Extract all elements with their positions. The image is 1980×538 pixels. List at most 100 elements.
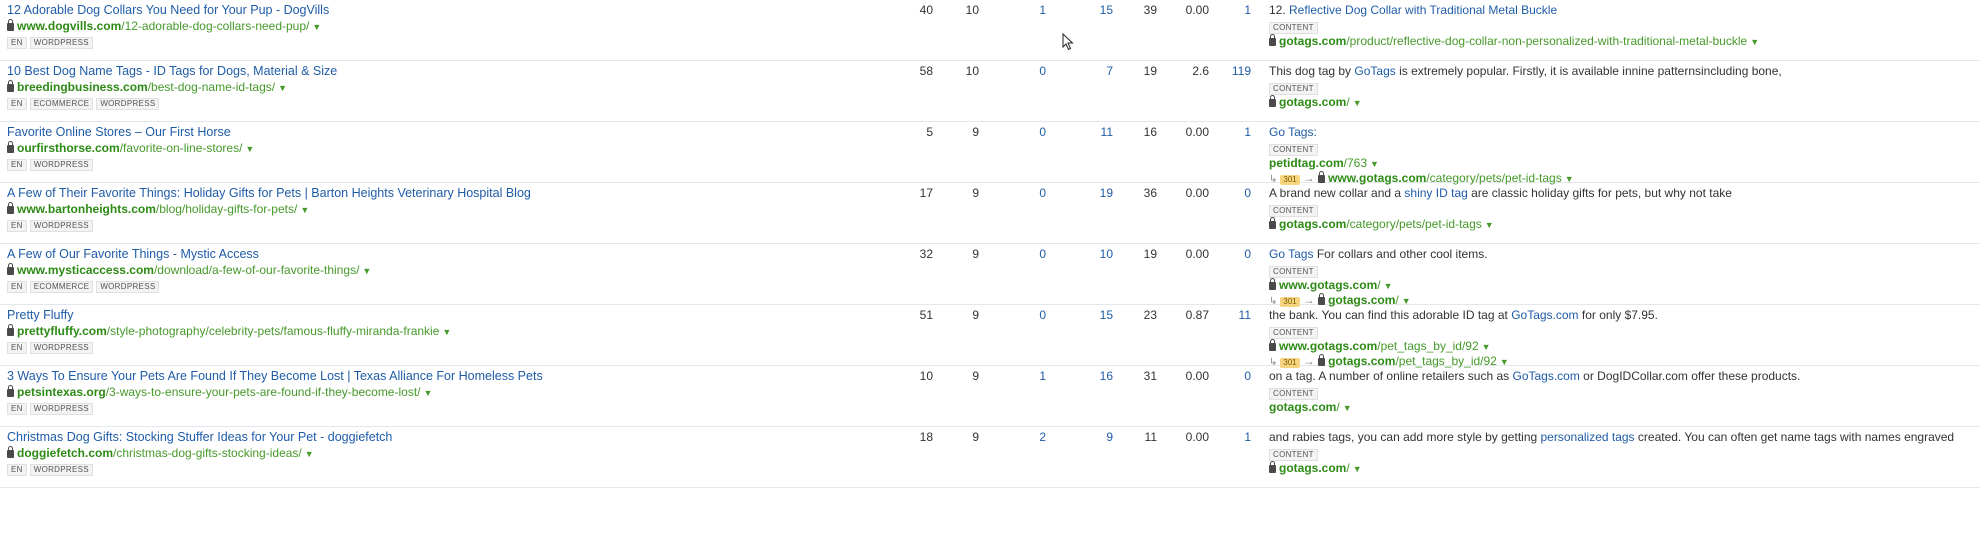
anchor-text: Go Tags For collars and other cool items… xyxy=(1269,247,1488,261)
metric-value: 0.00 xyxy=(1185,247,1209,261)
caret-down-icon[interactable]: ▼ xyxy=(1370,159,1379,169)
target-url[interactable]: gotags.com/▼ xyxy=(1269,461,1362,475)
metric-value: 18 xyxy=(919,430,933,444)
target-url[interactable]: www.gotags.com/▼ xyxy=(1269,278,1393,292)
metric-value[interactable]: 0 xyxy=(1006,247,1046,261)
metric-value[interactable]: 0 xyxy=(1211,247,1251,261)
caret-down-icon[interactable]: ▼ xyxy=(300,205,309,215)
anchor-link[interactable]: Go Tags xyxy=(1269,247,1313,261)
target-url[interactable]: gotags.com/▼ xyxy=(1269,400,1352,414)
platform-tag: WORDPRESS xyxy=(96,281,160,293)
link-type-badge: CONTENT xyxy=(1269,202,1321,217)
metric-value[interactable]: 9 xyxy=(1073,430,1113,444)
metric-value[interactable]: 1 xyxy=(1211,3,1251,17)
platform-tag: EN xyxy=(7,281,27,293)
referring-page-url[interactable]: petsintexas.org/3-ways-to-ensure-your-pe… xyxy=(7,385,432,399)
caret-down-icon[interactable]: ▼ xyxy=(362,266,371,276)
anchor-link[interactable]: personalized tags xyxy=(1541,430,1635,444)
caret-down-icon[interactable]: ▼ xyxy=(1482,342,1491,352)
metric-value[interactable]: 1 xyxy=(1006,369,1046,383)
metric-value[interactable]: 15 xyxy=(1073,3,1113,17)
metric-value[interactable]: 0 xyxy=(1006,125,1046,139)
lock-icon xyxy=(1269,34,1276,46)
metric-value[interactable]: 19 xyxy=(1073,186,1113,200)
target-url[interactable]: gotags.com/category/pets/pet-id-tags ▼ xyxy=(1269,217,1494,231)
caret-down-icon[interactable]: ▼ xyxy=(424,388,433,398)
target-path: /product/reflective-dog-collar-non-perso… xyxy=(1346,34,1748,48)
metric-value[interactable]: 10 xyxy=(1073,247,1113,261)
anchor-link[interactable]: GoTags.com xyxy=(1511,308,1578,322)
anchor-text-before: 12. xyxy=(1269,3,1290,17)
anchor-link[interactable]: Reflective Dog Collar with Traditional M… xyxy=(1289,3,1557,17)
referring-page-url[interactable]: www.bartonheights.com/blog/holiday-gifts… xyxy=(7,202,309,216)
metric-value[interactable]: 15 xyxy=(1073,308,1113,322)
target-url[interactable]: gotags.com/▼ xyxy=(1269,95,1362,109)
caret-down-icon[interactable]: ▼ xyxy=(245,144,254,154)
metric-value[interactable]: 1 xyxy=(1006,3,1046,17)
referring-page-title[interactable]: Pretty Fluffy xyxy=(7,308,73,322)
target-url[interactable]: www.gotags.com/pet_tags_by_id/92 ▼ xyxy=(1269,339,1491,353)
referring-page-url[interactable]: ourfirsthorse.com/favorite-on-line-store… xyxy=(7,141,254,155)
referring-page-title[interactable]: Christmas Dog Gifts: Stocking Stuffer Id… xyxy=(7,430,392,444)
referring-page-url[interactable]: www.dogvills.com/12-adorable-dog-collars… xyxy=(7,19,321,33)
caret-down-icon[interactable]: ▼ xyxy=(305,449,314,459)
metric-value: 0.00 xyxy=(1185,125,1209,139)
url-path: /best-dog-name-id-tags/ xyxy=(147,80,276,94)
metric-value[interactable]: 119 xyxy=(1211,64,1251,78)
target-path: / xyxy=(1336,400,1340,414)
anchor-text: on a tag. A number of online retailers s… xyxy=(1269,369,1800,383)
metric-value[interactable]: 0 xyxy=(1211,369,1251,383)
metric-value[interactable]: 7 xyxy=(1073,64,1113,78)
platform-tags: EN WORDPRESS xyxy=(7,217,96,232)
anchor-link[interactable]: shiny ID tag xyxy=(1404,186,1467,200)
referring-page-title[interactable]: 12 Adorable Dog Collars You Need for You… xyxy=(7,3,329,17)
metric-value: 5 xyxy=(926,125,933,139)
referring-page-url[interactable]: prettyfluffy.com/style-photography/celeb… xyxy=(7,324,451,338)
referring-page-title[interactable]: 3 Ways To Ensure Your Pets Are Found If … xyxy=(7,369,543,383)
referring-page-title[interactable]: A Few of Their Favorite Things: Holiday … xyxy=(7,186,531,200)
platform-tag: EN xyxy=(7,37,27,49)
metric-value: 0.00 xyxy=(1185,369,1209,383)
caret-down-icon[interactable]: ▼ xyxy=(278,83,287,93)
caret-down-icon[interactable]: ▼ xyxy=(442,327,451,337)
target-domain: www.gotags.com xyxy=(1279,278,1378,292)
referring-page-url[interactable]: breedingbusiness.com/best-dog-name-id-ta… xyxy=(7,80,287,94)
metric-value[interactable]: 1 xyxy=(1211,125,1251,139)
metric-value[interactable]: 0 xyxy=(1006,64,1046,78)
platform-tag: EN xyxy=(7,220,27,232)
anchor-link[interactable]: GoTags xyxy=(1354,64,1395,78)
metric-value[interactable]: 16 xyxy=(1073,369,1113,383)
metric-value[interactable]: 0 xyxy=(1211,186,1251,200)
metric-value[interactable]: 0 xyxy=(1006,186,1046,200)
anchor-link[interactable]: GoTags.com xyxy=(1512,369,1579,383)
metric-value[interactable]: 2 xyxy=(1006,430,1046,444)
anchor-link[interactable]: Go Tags: xyxy=(1269,125,1317,139)
referring-page-title[interactable]: Favorite Online Stores – Our First Horse xyxy=(7,125,231,139)
caret-down-icon[interactable]: ▼ xyxy=(1343,403,1352,413)
anchor-text-before: A brand new collar and a xyxy=(1269,186,1405,200)
caret-down-icon[interactable]: ▼ xyxy=(1384,281,1393,291)
caret-down-icon[interactable]: ▼ xyxy=(1353,464,1362,474)
platform-tag: WORDPRESS xyxy=(29,159,93,171)
target-url[interactable]: gotags.com/product/reflective-dog-collar… xyxy=(1269,34,1759,48)
target-url[interactable]: petidtag.com/763 ▼ xyxy=(1269,156,1379,170)
metric-value: 0.00 xyxy=(1185,430,1209,444)
caret-down-icon[interactable]: ▼ xyxy=(312,22,321,32)
anchor-text: Go Tags: xyxy=(1269,125,1317,139)
referring-page-title[interactable]: 10 Best Dog Name Tags - ID Tags for Dogs… xyxy=(7,64,337,78)
metric-value: 23 xyxy=(1143,308,1157,322)
referring-page-url[interactable]: www.mysticaccess.com/download/a-few-of-o… xyxy=(7,263,371,277)
anchor-text-after: created. You can often get name tags wit… xyxy=(1634,430,1955,444)
caret-down-icon[interactable]: ▼ xyxy=(1750,37,1759,47)
caret-down-icon[interactable]: ▼ xyxy=(1485,220,1494,230)
metric-value[interactable]: 11 xyxy=(1211,308,1251,322)
caret-down-icon[interactable]: ▼ xyxy=(1353,98,1362,108)
referring-page-url[interactable]: doggiefetch.com/christmas-dog-gifts-stoc… xyxy=(7,446,314,460)
referring-page-title[interactable]: A Few of Our Favorite Things - Mystic Ac… xyxy=(7,247,259,261)
metric-value: 16 xyxy=(1143,125,1157,139)
metric-value[interactable]: 0 xyxy=(1006,308,1046,322)
metric-value[interactable]: 1 xyxy=(1211,430,1251,444)
metric-value[interactable]: 11 xyxy=(1073,125,1113,139)
lock-icon xyxy=(1269,278,1276,290)
metric-value: 40 xyxy=(919,3,933,17)
